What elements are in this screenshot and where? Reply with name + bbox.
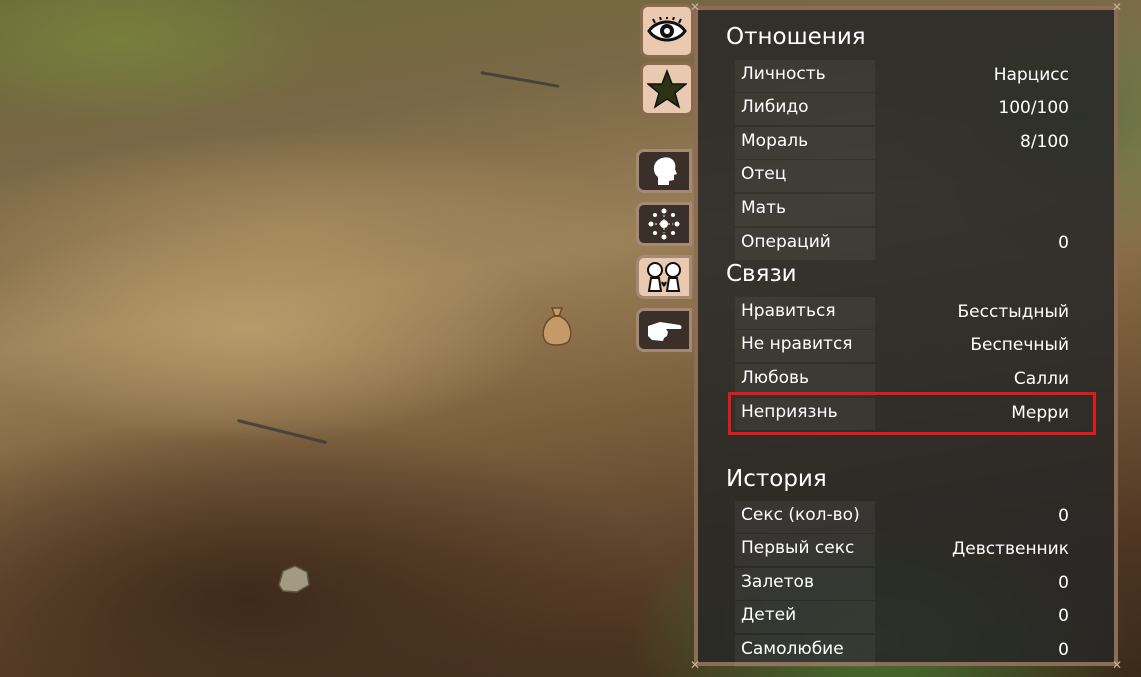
stat-value: Салли <box>1013 369 1069 389</box>
tab-skills-network[interactable] <box>636 202 692 246</box>
star-icon <box>647 69 687 109</box>
stat-row: Детей 0 <box>735 601 1069 633</box>
stat-value: Девственник <box>951 539 1069 559</box>
stat-value: Бесстыдный <box>957 302 1069 322</box>
stat-value: 0 <box>1058 233 1069 253</box>
stat-row: Не нравится Беспечный <box>735 330 1069 362</box>
stat-row: Мать <box>735 194 1069 226</box>
stat-label: Личность <box>741 64 826 84</box>
stat-value: 0 <box>1058 606 1069 626</box>
stat-label: Первый секс <box>741 538 855 558</box>
stat-value: Беспечный <box>970 335 1069 355</box>
corner-ornament: ✕ <box>1112 658 1123 672</box>
stat-row: Первый секс Девственник <box>735 534 1069 566</box>
stat-value: 0 <box>1058 573 1069 593</box>
stat-value: 0 <box>1058 506 1069 526</box>
stat-row: Отец <box>735 160 1069 192</box>
stat-value: Нарцисс <box>993 65 1069 85</box>
loot-bag-icon[interactable] <box>540 304 574 346</box>
head-profile-icon <box>653 157 677 185</box>
corner-ornament: ✕ <box>1112 0 1123 14</box>
stat-label: Мораль <box>741 131 809 151</box>
pointing-hand-icon <box>648 322 682 341</box>
corner-ornament: ✕ <box>690 658 701 672</box>
stat-row: Операций 0 <box>735 228 1069 260</box>
stat-row: Нравиться Бесстыдный <box>735 297 1069 329</box>
stat-value: 0 <box>1058 640 1069 660</box>
stat-row: Личность Нарцисс <box>735 60 1069 92</box>
stat-label: Не нравится <box>741 334 853 354</box>
character-info-panel: ✕ ✕ ✕ ✕ Отношения Личность Нарцисс Либидо… <box>690 1 1122 671</box>
tab-star[interactable] <box>640 62 694 116</box>
section-title-links: Связи <box>726 261 797 287</box>
tab-relationships[interactable] <box>636 255 692 299</box>
stat-label: Мать <box>741 198 787 218</box>
eye-icon <box>647 17 687 42</box>
stat-label: Самолюбие <box>741 639 844 659</box>
stat-row: Секс (кол-во) 0 <box>735 501 1069 533</box>
stat-row: Либидо 100/100 <box>735 93 1069 125</box>
tab-head-profile[interactable] <box>636 149 692 193</box>
stat-label: Залетов <box>741 572 814 592</box>
section-title-history: История <box>726 466 827 492</box>
stat-label: Любовь <box>741 368 810 388</box>
stat-value: 8/100 <box>1020 132 1069 152</box>
stat-label: Нравиться <box>741 301 836 321</box>
stat-label: Секс (кол-во) <box>741 505 860 525</box>
tab-eye[interactable] <box>640 4 694 58</box>
skills-network-icon <box>648 208 680 240</box>
stat-label: Детей <box>741 605 797 625</box>
section-title-relations: Отношения <box>726 24 866 50</box>
stat-row: Залетов 0 <box>735 568 1069 600</box>
corner-ornament: ✕ <box>690 0 701 14</box>
stat-row: Мораль 8/100 <box>735 127 1069 159</box>
stat-label: Либидо <box>741 97 809 117</box>
stat-label: Отец <box>741 164 787 184</box>
tab-pointing-hand[interactable] <box>636 308 692 352</box>
relationships-icon <box>647 262 681 292</box>
rock-object <box>278 565 310 593</box>
stat-value: 100/100 <box>998 98 1069 118</box>
highlight-box <box>728 392 1096 435</box>
stat-row: Любовь Салли <box>735 364 1069 396</box>
stat-row: Самолюбие 0 <box>735 635 1069 667</box>
stat-label: Операций <box>741 232 831 252</box>
